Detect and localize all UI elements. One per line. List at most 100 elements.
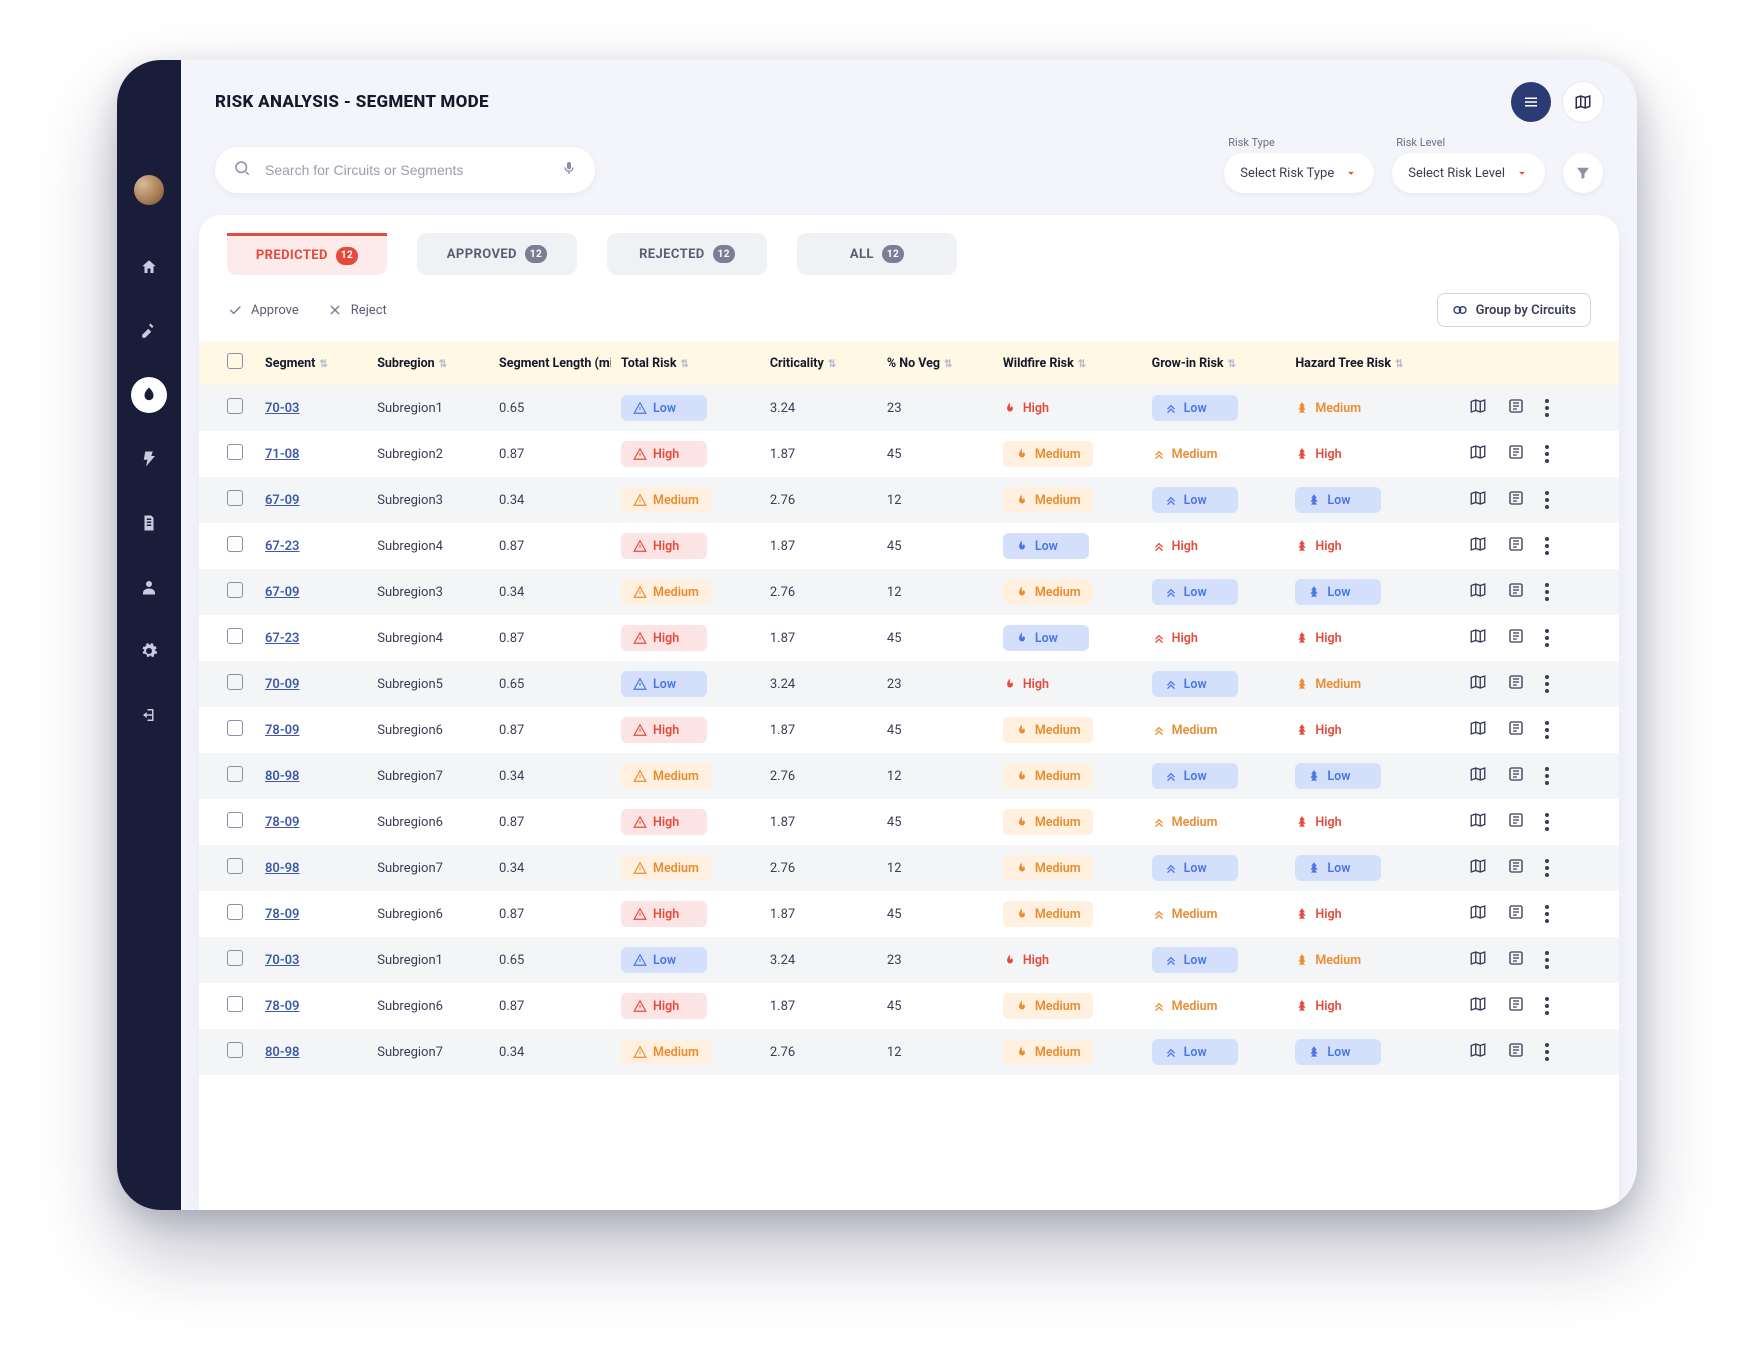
row-checkbox[interactable] [227, 490, 243, 506]
nav-logout[interactable] [131, 697, 167, 733]
search-box[interactable] [215, 147, 595, 193]
row-menu[interactable] [1545, 951, 1549, 969]
segment-link[interactable]: 67-09 [265, 585, 299, 600]
details-icon[interactable] [1507, 397, 1525, 419]
tab-rejected[interactable]: REJECTED12 [607, 233, 767, 275]
nav-risk[interactable] [131, 377, 167, 413]
row-menu[interactable] [1545, 859, 1549, 877]
details-icon[interactable] [1507, 1041, 1525, 1063]
details-icon[interactable] [1507, 903, 1525, 925]
row-checkbox[interactable] [227, 950, 243, 966]
map-icon[interactable] [1469, 443, 1487, 465]
nav-power[interactable] [131, 441, 167, 477]
segment-link[interactable]: 78-09 [265, 907, 299, 922]
row-checkbox[interactable] [227, 444, 243, 460]
col-hazard[interactable]: Hazard Tree Risk⇅ [1285, 341, 1459, 385]
row-checkbox[interactable] [227, 582, 243, 598]
row-menu[interactable] [1545, 399, 1549, 417]
row-menu[interactable] [1545, 721, 1549, 739]
map-icon[interactable] [1469, 857, 1487, 879]
tab-all[interactable]: ALL12 [797, 233, 957, 275]
segment-link[interactable]: 70-03 [265, 401, 299, 416]
col-total-risk[interactable]: Total Risk⇅ [611, 341, 760, 385]
row-checkbox[interactable] [227, 766, 243, 782]
segment-link[interactable]: 70-03 [265, 953, 299, 968]
details-icon[interactable] [1507, 949, 1525, 971]
map-icon[interactable] [1469, 535, 1487, 557]
details-icon[interactable] [1507, 811, 1525, 833]
segment-link[interactable]: 67-09 [265, 493, 299, 508]
tab-approved[interactable]: APPROVED12 [417, 233, 577, 275]
row-checkbox[interactable] [227, 812, 243, 828]
segment-link[interactable]: 71-08 [265, 447, 299, 462]
row-checkbox[interactable] [227, 996, 243, 1012]
view-list-button[interactable] [1511, 82, 1551, 122]
nav-home[interactable] [131, 249, 167, 285]
segment-link[interactable]: 78-09 [265, 815, 299, 830]
details-icon[interactable] [1507, 489, 1525, 511]
row-menu[interactable] [1545, 997, 1549, 1015]
avatar[interactable] [134, 175, 164, 205]
col-length[interactable]: Segment Length (mi)⇅ [489, 341, 611, 385]
segment-link[interactable]: 80-98 [265, 769, 299, 784]
col-criticality[interactable]: Criticality⇅ [760, 341, 877, 385]
col-growin[interactable]: Grow-in Risk⇅ [1142, 341, 1286, 385]
map-icon[interactable] [1469, 995, 1487, 1017]
row-menu[interactable] [1545, 905, 1549, 923]
details-icon[interactable] [1507, 581, 1525, 603]
row-checkbox[interactable] [227, 536, 243, 552]
map-icon[interactable] [1469, 949, 1487, 971]
map-icon[interactable] [1469, 903, 1487, 925]
approve-button[interactable]: Approve [227, 302, 299, 318]
details-icon[interactable] [1507, 995, 1525, 1017]
nav-user[interactable] [131, 569, 167, 605]
row-menu[interactable] [1545, 813, 1549, 831]
details-icon[interactable] [1507, 443, 1525, 465]
segment-link[interactable]: 70-09 [265, 677, 299, 692]
row-menu[interactable] [1545, 767, 1549, 785]
segment-link[interactable]: 67-23 [265, 539, 299, 554]
row-menu[interactable] [1545, 583, 1549, 601]
segment-link[interactable]: 78-09 [265, 723, 299, 738]
row-checkbox[interactable] [227, 674, 243, 690]
col-wildfire[interactable]: Wildfire Risk⇅ [993, 341, 1142, 385]
map-icon[interactable] [1469, 397, 1487, 419]
map-icon[interactable] [1469, 581, 1487, 603]
nav-reports[interactable] [131, 505, 167, 541]
segment-link[interactable]: 80-98 [265, 1045, 299, 1060]
table-wrap[interactable]: Segment⇅ Subregion⇅ Segment Length (mi)⇅… [199, 341, 1619, 1210]
row-checkbox[interactable] [227, 628, 243, 644]
group-by-button[interactable]: Group by Circuits [1437, 293, 1591, 327]
risk-level-select[interactable]: Select Risk Level [1392, 153, 1545, 193]
col-no-veg[interactable]: % No Veg⇅ [877, 341, 993, 385]
col-subregion[interactable]: Subregion⇅ [367, 341, 489, 385]
row-menu[interactable] [1545, 491, 1549, 509]
details-icon[interactable] [1507, 857, 1525, 879]
filter-button[interactable] [1563, 153, 1603, 193]
row-menu[interactable] [1545, 629, 1549, 647]
reject-button[interactable]: Reject [327, 302, 387, 318]
details-icon[interactable] [1507, 673, 1525, 695]
select-all-checkbox[interactable] [227, 353, 243, 369]
map-icon[interactable] [1469, 627, 1487, 649]
search-input[interactable] [263, 161, 549, 179]
row-checkbox[interactable] [227, 398, 243, 414]
mic-icon[interactable] [561, 160, 577, 180]
nav-tools[interactable] [131, 313, 167, 349]
map-icon[interactable] [1469, 719, 1487, 741]
map-icon[interactable] [1469, 811, 1487, 833]
row-checkbox[interactable] [227, 904, 243, 920]
map-icon[interactable] [1469, 765, 1487, 787]
tab-predicted[interactable]: PREDICTED12 [227, 233, 387, 275]
view-map-button[interactable] [1563, 82, 1603, 122]
details-icon[interactable] [1507, 765, 1525, 787]
row-menu[interactable] [1545, 445, 1549, 463]
map-icon[interactable] [1469, 673, 1487, 695]
row-checkbox[interactable] [227, 858, 243, 874]
risk-type-select[interactable]: Select Risk Type [1224, 153, 1374, 193]
map-icon[interactable] [1469, 1041, 1487, 1063]
row-menu[interactable] [1545, 675, 1549, 693]
segment-link[interactable]: 67-23 [265, 631, 299, 646]
row-menu[interactable] [1545, 1043, 1549, 1061]
segment-link[interactable]: 78-09 [265, 999, 299, 1014]
